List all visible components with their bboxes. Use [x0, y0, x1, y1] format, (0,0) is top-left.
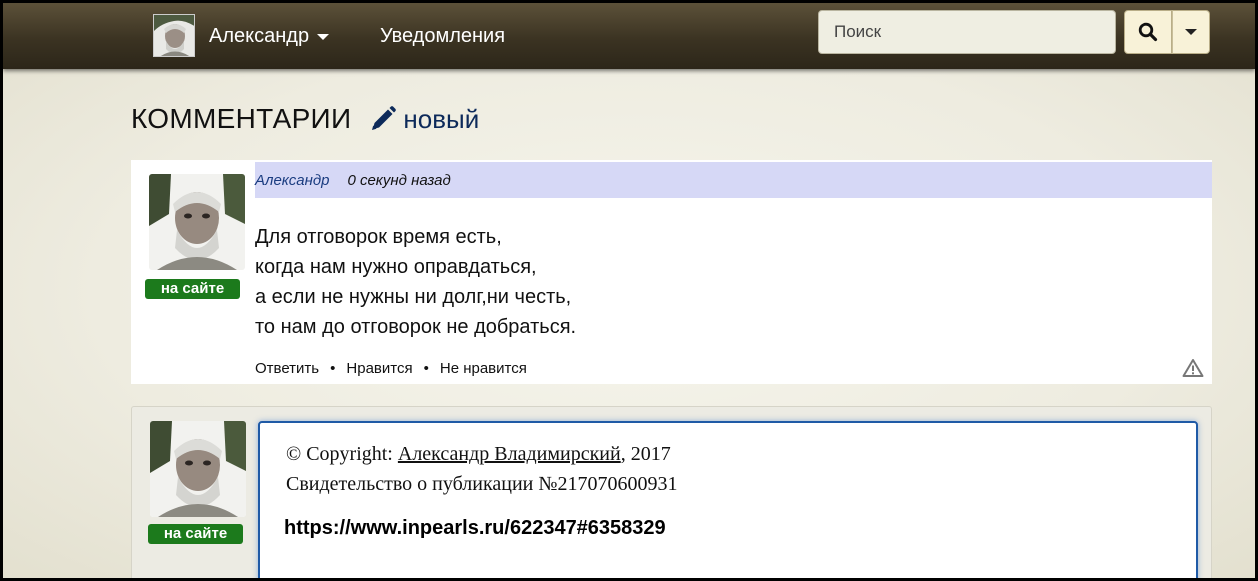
reply-area: на сайте © Copyright: Александр Владимир…	[131, 406, 1212, 578]
page-title: КОММЕНТАРИИ	[131, 103, 352, 134]
page-frame: Александр Уведомления КОММЕНТАРИИ новый	[3, 3, 1255, 578]
comment-card: на сайте Александр 0 секунд назад Для от…	[131, 160, 1212, 384]
new-comment-link[interactable]: новый	[369, 104, 479, 135]
chevron-down-icon	[1185, 29, 1197, 35]
avatar-photo	[150, 421, 246, 517]
warning-icon	[1182, 359, 1204, 377]
user-menu-label: Александр	[209, 24, 310, 47]
avatar-photo	[154, 15, 194, 56]
certificate-line: Свидетельство о публикации №217070600931	[286, 473, 678, 495]
comment-timestamp: 0 секунд назад	[347, 171, 451, 189]
dislike-link[interactable]: Не нравится	[440, 360, 527, 377]
separator-dot: •	[423, 360, 429, 377]
like-link[interactable]: Нравится	[346, 360, 412, 377]
reply-link[interactable]: Ответить	[255, 360, 319, 377]
search-input[interactable]	[818, 10, 1116, 54]
copyright-year: , 2017	[620, 443, 671, 465]
source-url: https://www.inpearls.ru/622347#6358329	[284, 517, 666, 539]
copyright-author-link[interactable]: Александр Владимирский	[398, 443, 621, 465]
new-comment-label: новый	[403, 103, 480, 134]
avatar[interactable]	[153, 14, 195, 57]
comment-line: то нам до отговорок не добраться.	[255, 316, 577, 338]
comment-line: когда нам нужно оправдаться,	[255, 256, 537, 278]
search-icon	[1138, 22, 1158, 42]
comment-author-link[interactable]: Александр	[255, 172, 329, 189]
comment-actions: Ответить • Нравится • Не нравится	[255, 360, 527, 377]
user-menu[interactable]: Александр	[209, 22, 330, 50]
copyright-prefix: © Copyright:	[286, 443, 398, 465]
reply-editor[interactable]: © Copyright: Александр Владимирский, 201…	[258, 421, 1198, 578]
report-button[interactable]	[1182, 358, 1204, 383]
reply-avatar[interactable]	[150, 421, 246, 517]
comment-line: а если не нужны ни долг,ни честь,	[255, 286, 572, 308]
comment-body: Для отговорок время есть, когда нам нужн…	[255, 222, 576, 342]
copyright-block: © Copyright: Александр Владимирский, 201…	[286, 439, 677, 499]
comment-header: Александр 0 секунд назад	[255, 162, 1212, 198]
comment-line: Для отговорок время есть,	[255, 226, 502, 248]
online-status-badge: на сайте	[145, 279, 240, 299]
online-status-badge: на сайте	[148, 524, 243, 544]
search-options-button[interactable]	[1172, 10, 1210, 54]
top-navbar: Александр Уведомления	[3, 3, 1255, 69]
comment-avatar[interactable]	[149, 174, 245, 270]
page-heading: КОММЕНТАРИИ новый	[131, 99, 479, 139]
search-button[interactable]	[1124, 10, 1172, 54]
copyright-line: © Copyright: Александр Владимирский, 201…	[286, 439, 677, 469]
pencil-icon	[372, 106, 397, 130]
notifications-link[interactable]: Уведомления	[380, 22, 505, 50]
separator-dot: •	[330, 360, 336, 377]
caret-down-icon	[317, 34, 330, 40]
avatar-photo	[149, 174, 245, 270]
